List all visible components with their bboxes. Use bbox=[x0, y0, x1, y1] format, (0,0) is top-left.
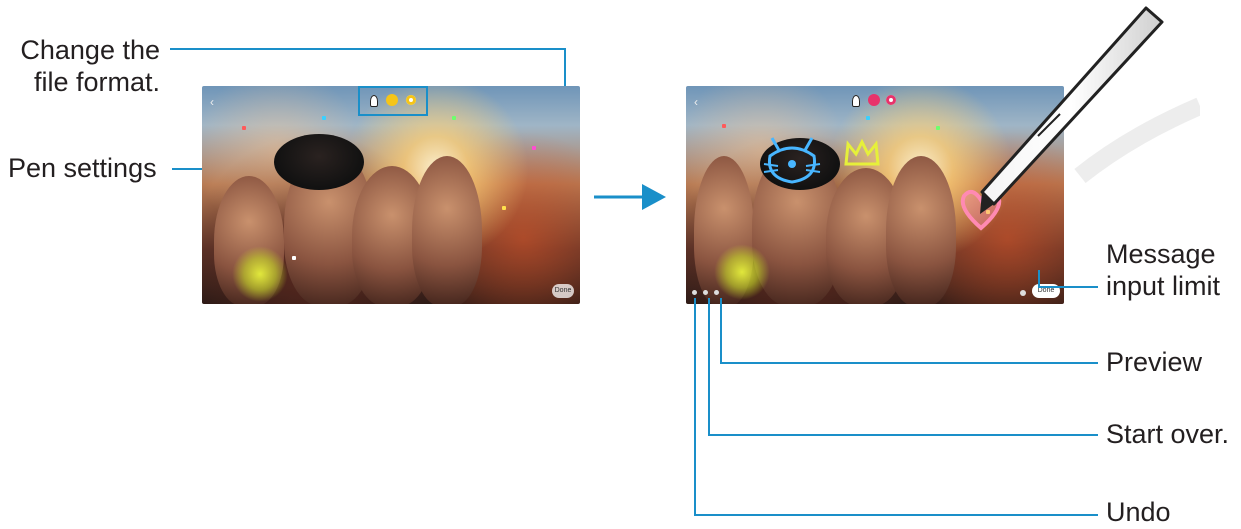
confetti bbox=[242, 126, 246, 130]
confetti bbox=[866, 116, 870, 120]
preview-label: Preview bbox=[1106, 347, 1203, 377]
confetti bbox=[322, 116, 326, 120]
message-limit-label: Message input limit bbox=[1106, 238, 1220, 302]
message-limit-line1: Message bbox=[1106, 239, 1216, 269]
cat-face-doodle-icon bbox=[763, 137, 821, 184]
preview-leader-v bbox=[720, 298, 722, 364]
confetti bbox=[452, 116, 456, 120]
change-format-line1: Change the bbox=[20, 35, 160, 65]
color-dot-icon[interactable] bbox=[868, 94, 880, 106]
change-format-label: Change the file format. bbox=[20, 34, 160, 98]
crown-doodle-icon bbox=[844, 138, 880, 166]
confetti bbox=[936, 126, 940, 130]
confetti bbox=[722, 124, 726, 128]
preview-icon[interactable] bbox=[714, 290, 719, 295]
back-chevron-icon[interactable]: ‹ bbox=[210, 96, 214, 108]
pen-settings-label: Pen settings bbox=[8, 153, 157, 183]
start-over-leader-v bbox=[708, 298, 710, 436]
message-limit-leader-v bbox=[1038, 270, 1040, 288]
message-limit-line2: input limit bbox=[1106, 271, 1221, 301]
person bbox=[886, 156, 956, 304]
confetti bbox=[502, 206, 506, 210]
preview-leader-h bbox=[720, 362, 1098, 364]
change-format-line2: file format. bbox=[33, 67, 160, 97]
hat bbox=[274, 134, 364, 190]
start-over-leader-h bbox=[708, 434, 1098, 436]
color-dot-icon[interactable] bbox=[386, 94, 398, 106]
person bbox=[412, 156, 482, 304]
pen-icon[interactable] bbox=[370, 95, 378, 107]
color-dot-icon[interactable] bbox=[886, 95, 896, 105]
pen-icon[interactable] bbox=[852, 95, 860, 107]
change-format-leader-h bbox=[170, 48, 566, 50]
confetti bbox=[292, 256, 296, 260]
undo-icon[interactable] bbox=[692, 290, 697, 295]
confetti-glow bbox=[714, 244, 770, 300]
message-limit-leader bbox=[1038, 286, 1098, 288]
undo-label: Undo bbox=[1106, 497, 1171, 527]
start-over-label: Start over. bbox=[1106, 419, 1230, 449]
undo-leader-h bbox=[694, 514, 1098, 516]
photo-screen-before: ‹ Done bbox=[202, 86, 580, 304]
arrow-right-icon bbox=[594, 184, 666, 210]
start-over-icon[interactable] bbox=[703, 290, 708, 295]
undo-leader-v bbox=[694, 298, 696, 516]
done-button[interactable]: Done bbox=[552, 284, 574, 298]
confetti-glow bbox=[232, 246, 288, 302]
confetti bbox=[532, 146, 536, 150]
back-chevron-icon[interactable]: ‹ bbox=[694, 96, 698, 108]
s-pen-icon bbox=[980, 6, 1200, 214]
color-dot-icon[interactable] bbox=[406, 95, 416, 105]
message-limit-indicator bbox=[1020, 290, 1026, 296]
